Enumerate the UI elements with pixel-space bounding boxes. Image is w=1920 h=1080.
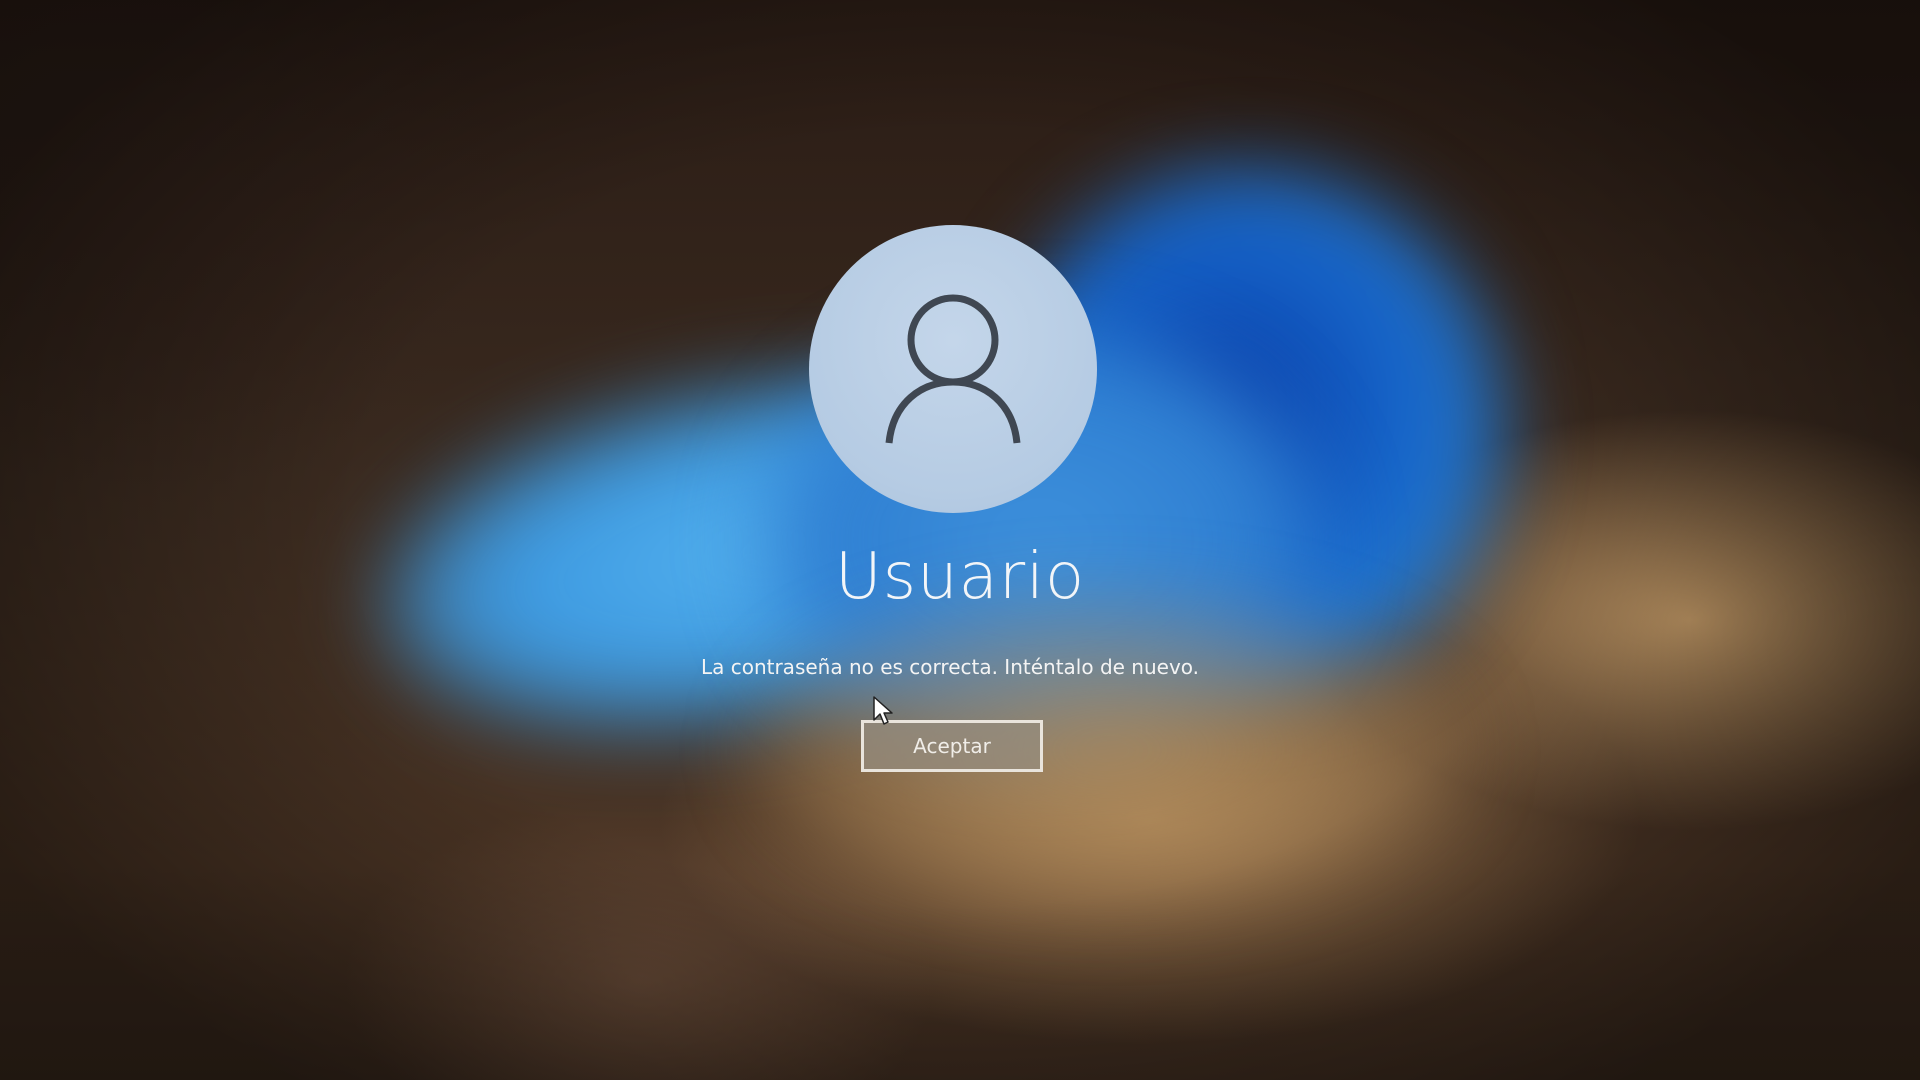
username-label: Usuario — [834, 540, 1086, 614]
ok-button[interactable]: Aceptar — [861, 720, 1043, 772]
mouse-pointer-icon — [873, 696, 893, 725]
lock-screen: Usuario La contraseña no es correcta. In… — [0, 0, 1920, 1080]
user-avatar — [809, 225, 1097, 513]
user-icon — [885, 294, 1021, 444]
error-message: La contraseña no es correcta. Inténtalo … — [700, 655, 1200, 679]
